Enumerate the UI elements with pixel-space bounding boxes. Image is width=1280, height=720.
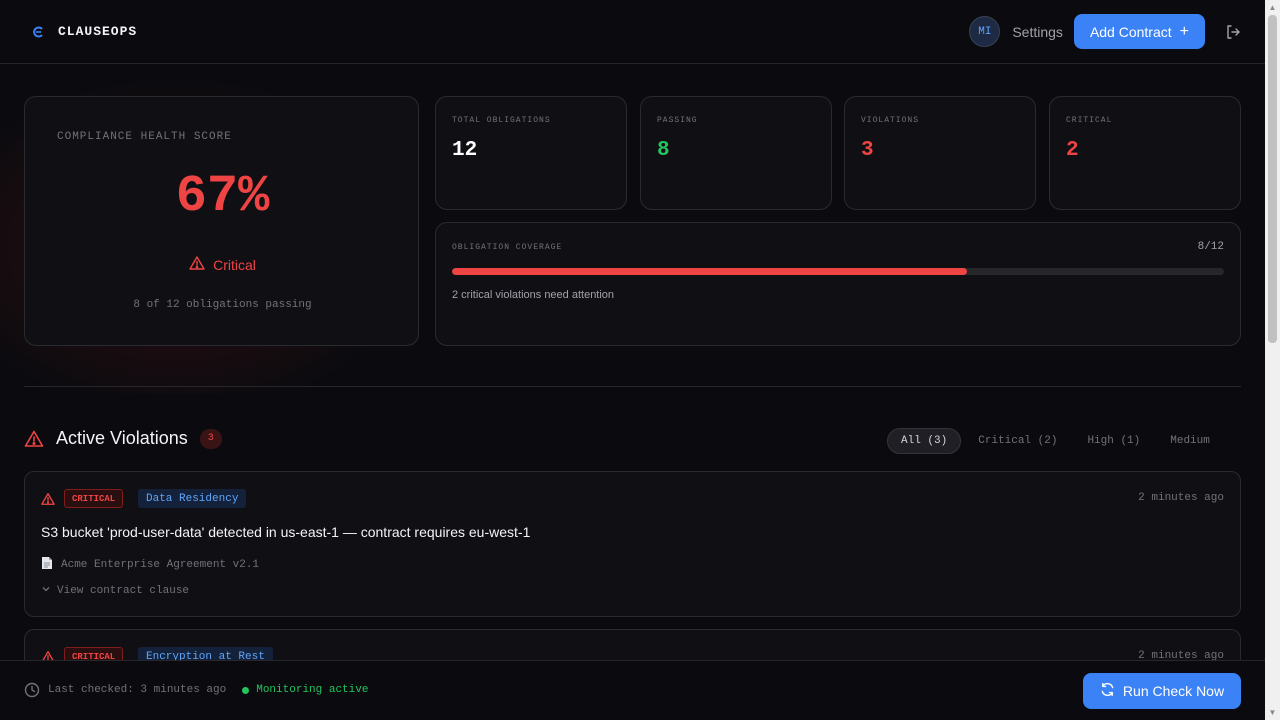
scroll-down-icon[interactable]: ▼ <box>1265 705 1280 720</box>
page-scrollbar[interactable]: ▲ ▼ <box>1265 0 1280 720</box>
score-label: COMPLIANCE HEALTH SCORE <box>57 131 232 143</box>
add-contract-label: Add Contract <box>1089 23 1172 40</box>
stat-violations: VIOLATIONS 3 <box>844 96 1036 210</box>
chevron-down-icon <box>41 584 51 598</box>
coverage-progress-fill <box>452 268 967 275</box>
view-clause-label: View contract clause <box>57 585 190 597</box>
coverage-count: 8/12 <box>1197 241 1224 253</box>
filter-critical[interactable]: Critical (2) <box>965 428 1070 454</box>
score-status-label: Critical <box>213 256 256 273</box>
scroll-up-icon[interactable]: ▲ <box>1265 0 1280 15</box>
add-contract-button[interactable]: Add Contract + <box>1073 14 1205 49</box>
violation-card[interactable]: CRITICAL Data Residency 2 minutes ago S3… <box>24 471 1241 617</box>
logout-icon[interactable] <box>1225 24 1241 40</box>
warning-icon <box>189 255 205 274</box>
coverage-progress-bar <box>452 268 1224 275</box>
filter-high[interactable]: High (1) <box>1074 428 1153 454</box>
stat-passing: PASSING 8 <box>640 96 832 210</box>
violations-title: Active Violations <box>56 428 188 448</box>
document-icon <box>41 556 53 574</box>
brand[interactable]: CLAUSEOPS <box>32 24 137 39</box>
monitoring-status: Monitoring active <box>256 684 369 696</box>
warning-icon <box>41 492 55 506</box>
settings-link[interactable]: Settings <box>1012 24 1063 40</box>
stat-critical: CRITICAL 2 <box>1049 96 1241 210</box>
stat-value: 3 <box>861 139 874 162</box>
score-status: Critical <box>25 255 420 274</box>
violation-message: S3 bucket 'prod-user-data' detected in u… <box>41 524 531 540</box>
warning-icon <box>24 429 44 449</box>
filter-all[interactable]: All (3) <box>887 428 962 454</box>
category-badge: Data Residency <box>138 489 247 508</box>
refresh-icon <box>1100 682 1115 700</box>
section-divider <box>24 386 1241 387</box>
stat-value: 8 <box>657 139 670 162</box>
stat-value: 12 <box>452 139 478 162</box>
severity-filters: All (3) Critical (2) High (1) Medium <box>887 428 1227 454</box>
top-bar: CLAUSEOPS MI Settings Add Contract + <box>0 0 1265 64</box>
score-value: 67% <box>175 167 270 226</box>
scrollbar-thumb[interactable] <box>1268 15 1277 343</box>
compliance-score-card: COMPLIANCE HEALTH SCORE 67% Critical 8 o… <box>24 96 419 346</box>
score-subtitle: 8 of 12 obligations passing <box>133 299 312 311</box>
last-checked-text: Last checked: 3 minutes ago <box>48 684 227 696</box>
coverage-label: OBLIGATION COVERAGE <box>452 243 563 252</box>
stat-label: PASSING <box>657 116 698 125</box>
live-status-dot <box>242 686 250 694</box>
violations-count-badge: 3 <box>199 428 222 449</box>
view-clause-toggle[interactable]: View contract clause <box>41 584 189 598</box>
brand-name: CLAUSEOPS <box>58 24 138 39</box>
status-footer: Last checked: 3 minutes ago Monitoring a… <box>0 660 1265 720</box>
stat-label: VIOLATIONS <box>861 116 920 125</box>
filter-medium[interactable]: Medium <box>1157 428 1223 454</box>
violations-header: Active Violations 3 <box>24 428 222 449</box>
coverage-note: 2 critical violations need attention <box>452 289 615 301</box>
severity-badge: CRITICAL <box>64 489 124 508</box>
plus-icon: + <box>1179 22 1189 40</box>
document-name: Acme Enterprise Agreement v2.1 <box>61 559 260 571</box>
avatar[interactable]: MI <box>969 16 1001 47</box>
stat-value: 2 <box>1066 139 1079 162</box>
clauseops-logo-icon <box>32 26 44 38</box>
run-check-button[interactable]: Run Check Now <box>1083 673 1241 709</box>
clock-icon <box>24 682 40 698</box>
stat-total-obligations: TOTAL OBLIGATIONS 12 <box>435 96 627 210</box>
stat-label: TOTAL OBLIGATIONS <box>452 116 551 125</box>
contract-document[interactable]: Acme Enterprise Agreement v2.1 <box>41 556 259 574</box>
run-check-label: Run Check Now <box>1122 683 1225 699</box>
obligation-coverage-card: OBLIGATION COVERAGE 8/12 2 critical viol… <box>435 222 1241 346</box>
stat-label: CRITICAL <box>1066 116 1113 125</box>
violation-time: 2 minutes ago <box>1138 492 1224 504</box>
